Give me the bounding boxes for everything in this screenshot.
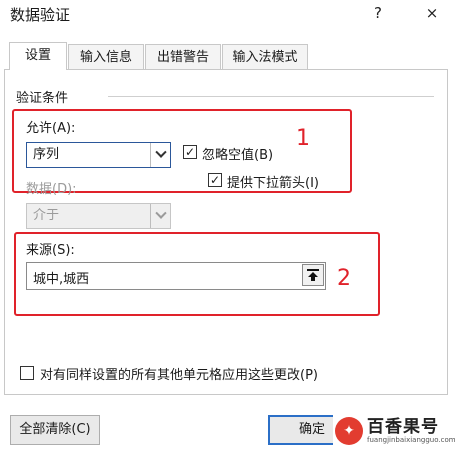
- watermark-url: fuangjinbaixiangguo.com: [367, 435, 456, 444]
- dropdown-arrow-checkbox[interactable]: ✓: [208, 173, 222, 187]
- allow-select[interactable]: 序列: [26, 142, 171, 168]
- help-button[interactable]: ?: [366, 2, 390, 24]
- data-value: 介于: [33, 208, 60, 223]
- clear-all-button[interactable]: 全部清除(C): [10, 415, 100, 445]
- chevron-down-icon[interactable]: [150, 143, 170, 167]
- ignore-blank-checkbox[interactable]: ✓: [183, 145, 197, 159]
- dialog-title: 数据验证: [10, 6, 71, 24]
- data-label: 数据(D):: [26, 182, 77, 197]
- tab-error-alert[interactable]: 出错警告: [145, 44, 221, 70]
- annotation-number-2: 2: [337, 266, 351, 291]
- apply-all-checkbox[interactable]: [20, 366, 34, 380]
- ignore-blank-label: 忽略空值(B): [202, 148, 274, 163]
- tab-settings[interactable]: 设置: [9, 42, 67, 70]
- close-button[interactable]: ×: [420, 2, 444, 24]
- group-divider: [108, 96, 434, 97]
- annotation-number-1: 1: [296, 126, 310, 151]
- allow-label: 允许(A):: [26, 121, 76, 136]
- watermark: ✦ 百香果号 fuangjinbaixiangguo.com: [333, 412, 456, 450]
- watermark-name: 百香果号: [367, 416, 439, 437]
- source-label: 来源(S):: [26, 243, 75, 258]
- source-value: 城中,城西: [33, 272, 90, 287]
- collapse-dialog-icon[interactable]: [302, 264, 324, 286]
- apply-all-label: 对有同样设置的所有其他单元格应用这些更改(P): [40, 368, 318, 383]
- chevron-down-icon: [150, 204, 170, 228]
- allow-value: 序列: [33, 147, 60, 162]
- data-select[interactable]: 介于: [26, 203, 171, 229]
- watermark-logo-icon: ✦: [335, 417, 363, 445]
- dropdown-arrow-label: 提供下拉箭头(I): [227, 176, 319, 191]
- source-input[interactable]: 城中,城西: [26, 262, 326, 290]
- tab-input-message[interactable]: 输入信息: [68, 44, 144, 70]
- criteria-group-label: 验证条件: [16, 91, 69, 106]
- tab-ime-mode[interactable]: 输入法模式: [222, 44, 308, 70]
